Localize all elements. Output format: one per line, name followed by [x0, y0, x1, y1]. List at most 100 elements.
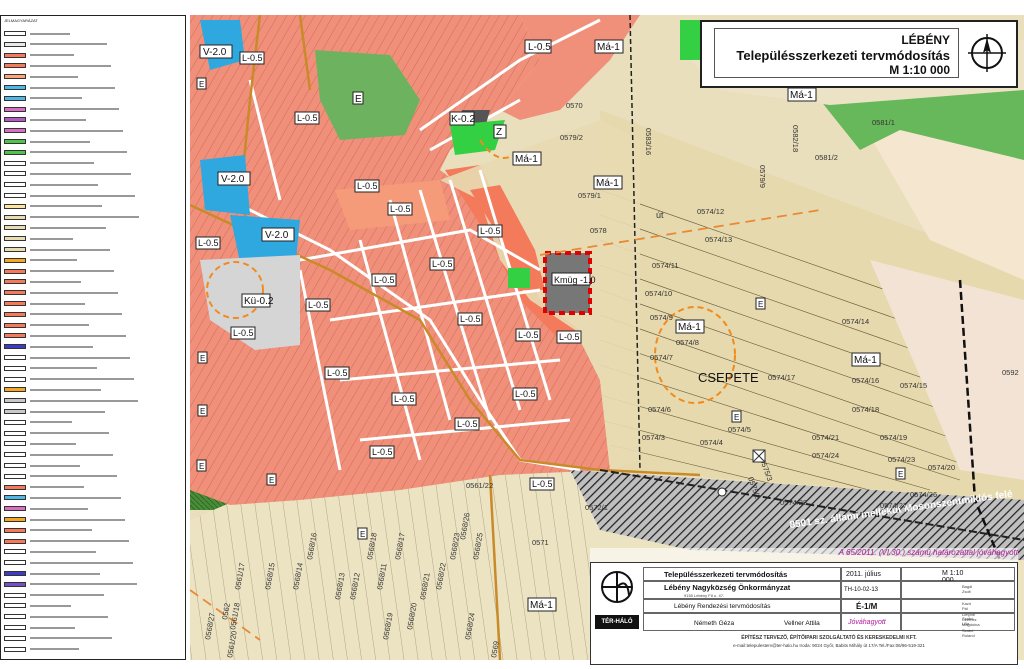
zone-label-v20-1: V-2.0 [199, 44, 233, 59]
stamp-client: Lébény Nagyközség Önkormányzat [664, 583, 791, 592]
svg-text:L-0.5: L-0.5 [242, 53, 263, 63]
stamp-project-no: TH-10-02-13 [844, 587, 879, 593]
title-stamp: TÉR-HÁLÓ Településszerkezeti tervmódosít… [590, 562, 1018, 665]
legend-row [4, 440, 76, 447]
legend-swatch [4, 214, 26, 220]
svg-text:Má-1: Má-1 [596, 178, 619, 189]
legend-swatch [4, 344, 26, 350]
legend-swatch [4, 41, 26, 47]
svg-text:0574/23: 0574/23 [888, 455, 915, 464]
legend-row [4, 224, 106, 231]
stamp-sheet: É-1/M [856, 602, 878, 611]
legend-row [4, 127, 123, 134]
legend-text-line [30, 64, 111, 67]
svg-text:0570: 0570 [566, 101, 583, 110]
legend-swatch [4, 290, 26, 296]
legend-text-line [30, 583, 137, 586]
svg-text:L-0.5: L-0.5 [460, 314, 481, 324]
svg-text:0574/6: 0574/6 [648, 405, 671, 414]
legend-text-line [30, 270, 114, 273]
stamp-client-address: 9155 Lébény Fő u. 47. [684, 593, 725, 598]
svg-text:V-2.0: V-2.0 [203, 47, 227, 58]
legend-text-line [30, 97, 82, 100]
svg-text:L-0.5: L-0.5 [532, 479, 553, 489]
legend-text-line [30, 183, 98, 186]
legend-swatch [4, 419, 26, 425]
legend-text-line [30, 626, 75, 629]
legend-row [4, 235, 73, 242]
legend-row [4, 300, 85, 307]
svg-text:L-0.5: L-0.5 [480, 226, 501, 236]
svg-text:0571: 0571 [532, 538, 549, 547]
legend-row [4, 376, 134, 383]
zone-label-v20-2: V-2.0 [217, 171, 251, 186]
stamp-designer-1: Németh Géza [694, 620, 735, 627]
legend-swatch [4, 409, 26, 414]
svg-text:L-0.5: L-0.5 [297, 113, 318, 123]
legend-text-line [30, 172, 131, 175]
svg-text:Má-1: Má-1 [678, 322, 701, 333]
title-scale: M 1:10 000 [889, 63, 950, 77]
legend-swatch [4, 203, 26, 209]
svg-text:L-0.5: L-0.5 [233, 328, 254, 338]
svg-text:Má-1: Má-1 [515, 154, 538, 165]
legend-row [4, 386, 101, 393]
legend-row [4, 214, 139, 221]
legend-swatch [4, 322, 26, 328]
legend-row [4, 138, 90, 145]
legend-swatch [4, 430, 26, 436]
stamp-project: Lébény Rendezési tervmódosítás [674, 603, 771, 610]
legend-text-line [30, 54, 74, 57]
legend-text-line [30, 162, 94, 165]
svg-text:0574/26: 0574/26 [910, 490, 937, 499]
svg-text:0579/1: 0579/1 [578, 191, 601, 200]
legend-text-line [30, 205, 102, 208]
legend-row [4, 160, 94, 167]
legend-row [4, 343, 93, 350]
legend-row [4, 95, 82, 102]
legend-text-line [30, 475, 117, 478]
legend-row [4, 462, 80, 469]
svg-text:0574/21: 0574/21 [812, 433, 839, 442]
legend-text-line [30, 151, 127, 154]
legend-swatch [4, 106, 26, 112]
legend-heading: JELMAGYARÁZAT [4, 18, 38, 23]
legend-row [4, 311, 122, 318]
zone-label-l05-1: L-0.5 [524, 39, 552, 54]
svg-text:Kü-0.2: Kü-0.2 [244, 296, 274, 307]
legend-row [4, 354, 130, 361]
legend-row [4, 192, 135, 199]
legend-text-line [30, 237, 73, 240]
svg-text:0581/2: 0581/2 [815, 153, 838, 162]
legend-row [4, 149, 127, 156]
legend-swatch [4, 301, 26, 306]
svg-text:0574/17: 0574/17 [768, 373, 795, 382]
legend-text-line [30, 550, 96, 553]
legend-row [4, 170, 131, 177]
legend-row [4, 559, 133, 566]
svg-text:0574/4: 0574/4 [700, 438, 723, 447]
svg-text:L-0.5: L-0.5 [374, 275, 395, 285]
legend-row [4, 268, 114, 275]
legend-text-line [30, 216, 139, 219]
zone-label-v20-3: V-2.0 [261, 227, 295, 242]
title-frame: LÉBÉNY Településszerkezeti tervmódosítás… [714, 28, 959, 78]
legend-row [4, 322, 89, 329]
legend-text-line [30, 486, 84, 489]
legend-text-line [30, 226, 106, 229]
legend-row [4, 505, 88, 512]
svg-text:0574/27: 0574/27 [880, 501, 907, 510]
legend-row [4, 41, 107, 48]
stamp-person-1: Bagdi Zsolt [962, 584, 973, 594]
stamp-company-line2: e-mail:telepulesterv@ter-halo.hu Iroda: … [733, 643, 925, 648]
legend-swatch [4, 160, 26, 166]
legend-row [4, 116, 86, 123]
legend-swatch [4, 128, 26, 134]
map-legend: JELMAGYARÁZAT [0, 15, 186, 660]
svg-text:L-0.5: L-0.5 [308, 300, 329, 310]
legend-swatch [4, 463, 26, 468]
svg-text:0592: 0592 [1002, 368, 1019, 377]
legend-row [4, 181, 98, 188]
legend-swatch [4, 376, 26, 382]
legend-row [4, 397, 138, 404]
